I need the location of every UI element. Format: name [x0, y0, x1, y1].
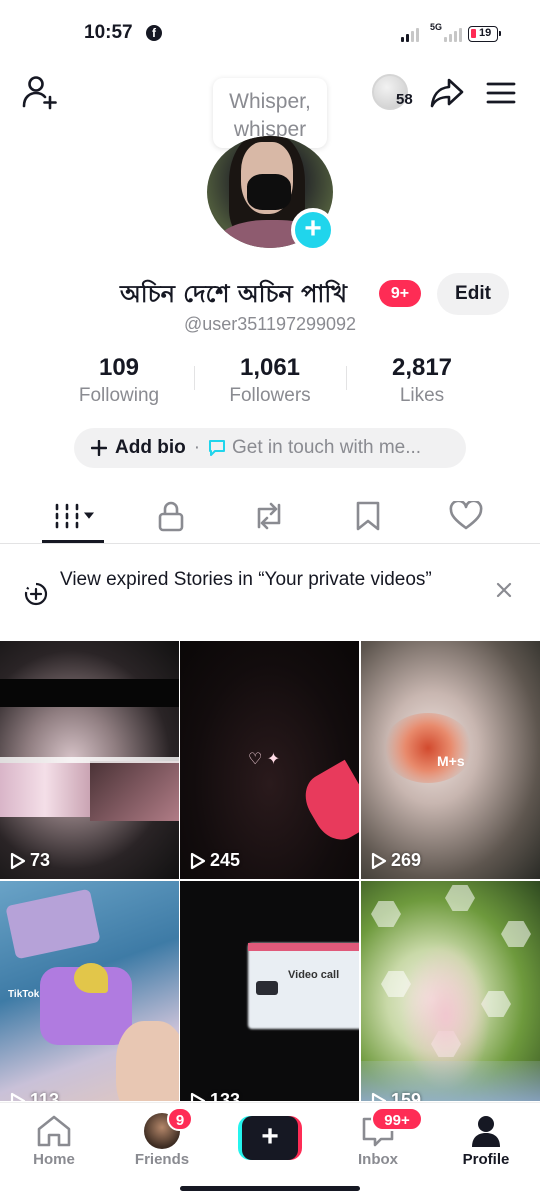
message-bubble-icon	[209, 440, 226, 456]
expired-stories-banner[interactable]	[0, 548, 540, 638]
view-count: 269	[371, 850, 421, 871]
whisper-line-1: Whisper,	[229, 90, 311, 113]
stat-divider	[194, 366, 195, 390]
signal-icon	[401, 28, 419, 42]
signal-secondary-icon	[444, 28, 462, 42]
username: @user351197299092	[183, 314, 357, 334]
lock-icon	[158, 501, 184, 532]
bookmark-icon	[356, 501, 380, 531]
video-overlay-text: M+s	[437, 753, 465, 769]
nav-inbox-label: Inbox	[358, 1151, 398, 1168]
edit-profile-button[interactable]: Edit	[437, 273, 509, 315]
tab-videos[interactable]	[46, 490, 106, 542]
play-icon	[371, 852, 387, 869]
view-count-text: 133	[210, 1090, 241, 1101]
play-icon	[190, 852, 206, 869]
bio-separator: ·	[193, 437, 201, 458]
nav-friends[interactable]: 9 Friends	[117, 1107, 207, 1168]
add-bio-button[interactable]: Add bio	[115, 437, 186, 459]
repost-icon	[257, 502, 281, 530]
coins-button[interactable]: 58	[372, 74, 413, 110]
play-icon	[190, 1092, 206, 1101]
nav-home-label: Home	[33, 1151, 75, 1168]
view-count-text: 269	[391, 850, 422, 870]
play-icon	[10, 1092, 26, 1101]
share-icon[interactable]	[428, 74, 466, 112]
friends-badge: 9	[167, 1107, 193, 1131]
tab-liked[interactable]	[436, 490, 496, 542]
nav-profile-label: Profile	[462, 1151, 510, 1168]
tab-reposts[interactable]	[239, 490, 299, 542]
view-count: 159	[371, 1090, 421, 1101]
facebook-notification-icon: f	[146, 25, 162, 41]
nav-profile[interactable]: Profile	[441, 1113, 531, 1168]
view-count-text: 159	[391, 1090, 422, 1101]
likes-count: 2,817	[391, 354, 453, 381]
tab-private[interactable]	[141, 490, 201, 542]
likes-label: Likes	[399, 385, 445, 406]
inbox-badge: 99+	[371, 1107, 423, 1131]
expired-stories-text[interactable]: View expired Stories in “Your private vi…	[60, 568, 440, 592]
view-count: 73	[10, 850, 50, 871]
following-stat[interactable]: 109 Following	[64, 354, 174, 407]
grid-icon	[55, 503, 95, 529]
video-thumbnail[interactable]: 159	[361, 881, 540, 1101]
video-grid: 73 ♡ ✦ 245 M+s 269 TikTok 113 Video call…	[0, 641, 540, 1101]
view-count: 113	[10, 1090, 59, 1101]
heart-icon	[449, 501, 483, 530]
view-count: 133	[190, 1090, 240, 1101]
bio-pill[interactable]: Add bio · Get in touch with me...	[74, 428, 466, 468]
status-time: 10:57	[84, 22, 133, 43]
video-thumbnail[interactable]: TikTok 113	[0, 881, 179, 1101]
view-count-text: 245	[210, 850, 241, 870]
plus-icon: +	[242, 1116, 298, 1160]
video-thumbnail[interactable]: M+s 269	[361, 641, 540, 879]
likes-stat[interactable]: 2,817 Likes	[367, 354, 477, 407]
nav-friends-label: Friends	[134, 1151, 190, 1168]
display-name: অচিন দেশে অচিন পাখি	[120, 280, 347, 308]
view-count-text: 73	[30, 850, 51, 870]
play-icon	[371, 1092, 387, 1101]
view-count-text: 113	[30, 1090, 60, 1101]
video-thumbnail[interactable]: ♡ ✦ 245	[180, 641, 359, 879]
play-icon	[10, 852, 26, 869]
followers-label: Followers	[229, 385, 311, 406]
create-button[interactable]: +	[238, 1116, 302, 1160]
followers-count: 1,061	[239, 354, 301, 381]
network-type: 5G	[430, 22, 443, 32]
sparkle-icon: ♡ ✦	[248, 751, 281, 768]
add-friend-icon[interactable]	[20, 72, 60, 112]
home-icon	[37, 1115, 71, 1147]
battery-level: 19	[479, 27, 492, 39]
plus-icon	[91, 440, 107, 456]
menu-icon[interactable]	[484, 76, 518, 110]
video-overlay-text: Video call	[288, 969, 340, 981]
battery-icon: 19	[468, 26, 501, 42]
video-thumbnail[interactable]: Video call 133	[180, 881, 359, 1101]
name-notification-badge[interactable]: 9+	[379, 280, 421, 307]
close-icon[interactable]	[494, 580, 514, 600]
profile-tabs	[0, 490, 540, 544]
followers-stat[interactable]: 1,061 Followers	[215, 354, 325, 407]
add-story-plus-icon[interactable]: +	[291, 208, 335, 252]
coin-count: 58	[396, 91, 413, 108]
nav-inbox[interactable]: 99+ Inbox	[333, 1107, 423, 1168]
status-bar: 10:57 f 5G 19	[0, 0, 540, 66]
home-indicator	[180, 1186, 360, 1191]
video-thumbnail[interactable]: 73	[0, 641, 179, 879]
story-add-icon	[24, 582, 48, 606]
nav-home[interactable]: Home	[9, 1113, 99, 1168]
following-label: Following	[78, 385, 160, 406]
following-count: 109	[98, 354, 140, 381]
tab-saved[interactable]	[338, 490, 398, 542]
camera-icon	[256, 981, 278, 995]
view-count: 245	[190, 850, 240, 871]
profile-icon	[472, 1116, 500, 1147]
get-in-touch-link[interactable]: Get in touch with me...	[232, 437, 421, 459]
tiktok-watermark: TikTok	[8, 989, 40, 1000]
active-tab-indicator	[42, 540, 104, 543]
stat-divider	[346, 366, 347, 390]
